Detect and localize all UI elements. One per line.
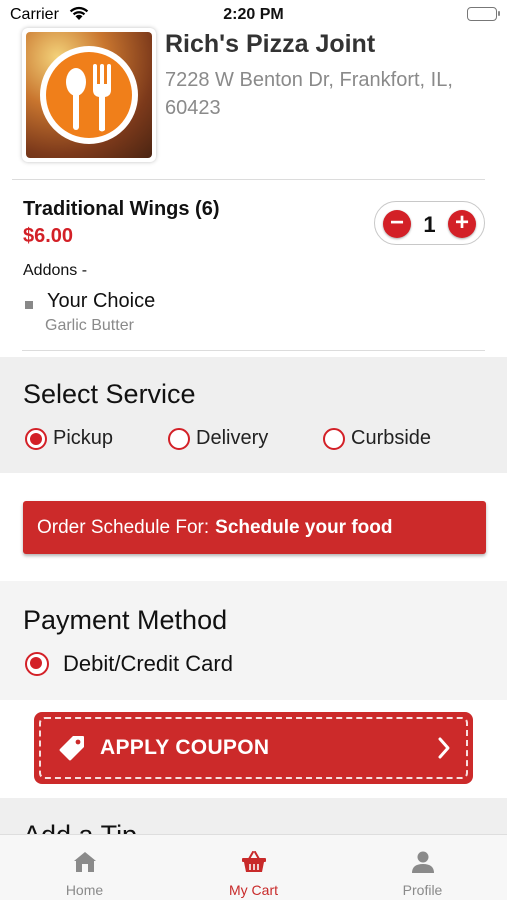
- chevron-right-icon: [437, 736, 451, 765]
- person-icon: [409, 848, 437, 876]
- service-option-delivery[interactable]: Delivery: [168, 427, 268, 450]
- tab-label: My Cart: [229, 882, 278, 898]
- service-section: Select Service Pickup Delivery Curbside: [0, 357, 507, 473]
- radio-selected-icon: [25, 427, 47, 450]
- status-bar: Carrier 2:20 PM: [0, 0, 507, 30]
- increase-quantity-button[interactable]: +: [448, 210, 476, 238]
- service-option-label: Delivery: [196, 427, 269, 449]
- restaurant-address: 7228 W Benton Dr, Frankfort, IL, 60423: [165, 69, 453, 119]
- payment-option-card[interactable]: Debit/Credit Card: [25, 651, 233, 677]
- addon-value: Garlic Butter: [45, 317, 134, 334]
- service-title: Select Service: [23, 379, 196, 409]
- addons-label: Addons -: [23, 262, 88, 279]
- tab-bar: Home My Cart Profile: [0, 834, 507, 900]
- home-icon: [71, 848, 99, 876]
- basket-icon: [240, 848, 268, 876]
- schedule-prefix: Order Schedule For:: [37, 516, 210, 538]
- fork-spoon-icon: [40, 46, 138, 144]
- tab-label: Profile: [402, 882, 443, 898]
- restaurant-logo: [22, 28, 156, 162]
- payment-section: Payment Method Debit/Credit Card: [0, 581, 507, 700]
- divider: [12, 179, 485, 180]
- restaurant-name: Rich's Pizza Joint: [165, 30, 376, 58]
- payment-title: Payment Method: [23, 605, 228, 635]
- radio-selected-icon: [25, 652, 49, 676]
- clock-time: 2:20 PM: [223, 6, 284, 23]
- bullet-icon: [25, 301, 33, 309]
- schedule-value: Schedule your food: [215, 516, 393, 538]
- radio-unselected-icon: [323, 427, 345, 450]
- quantity-stepper: − 1 +: [374, 201, 485, 245]
- coupon-label: APPLY COUPON: [100, 736, 270, 759]
- cart-item-price: $6.00: [23, 225, 74, 247]
- radio-unselected-icon: [168, 427, 190, 450]
- tab-label: Home: [65, 882, 104, 898]
- addon-name: Your Choice: [47, 290, 156, 312]
- payment-option-label: Debit/Credit Card: [63, 651, 233, 676]
- cart-item-name: Traditional Wings (6): [23, 198, 220, 220]
- battery-icon: [467, 7, 500, 21]
- tab-profile[interactable]: Profile: [338, 835, 507, 900]
- service-option-label: Curbside: [351, 427, 432, 449]
- service-option-pickup[interactable]: Pickup: [25, 427, 113, 450]
- service-option-label: Pickup: [53, 427, 114, 449]
- apply-coupon-button[interactable]: APPLY COUPON: [34, 712, 473, 784]
- tab-my-cart[interactable]: My Cart: [169, 835, 338, 900]
- tip-section: Add a Tip: [0, 798, 507, 838]
- tag-icon: [58, 734, 86, 767]
- tab-home[interactable]: Home: [0, 835, 169, 900]
- order-schedule-button[interactable]: Order Schedule For: Schedule your food: [23, 501, 486, 554]
- divider: [22, 350, 485, 351]
- service-option-curbside[interactable]: Curbside: [323, 427, 431, 450]
